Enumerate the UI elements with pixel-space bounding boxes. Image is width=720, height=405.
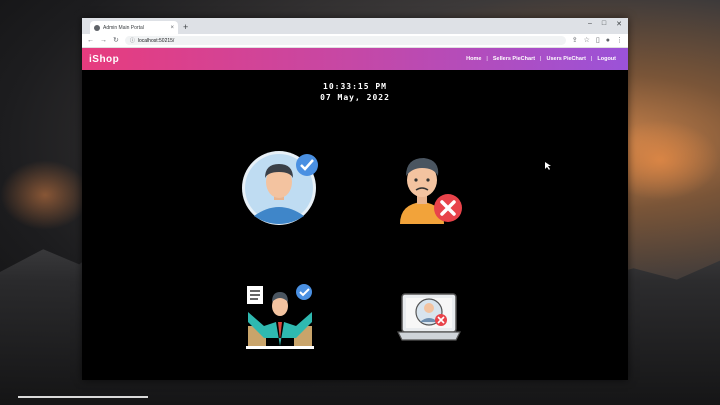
- sidebar-icon[interactable]: ▯: [596, 37, 600, 44]
- forward-arrow-icon[interactable]: →: [100, 37, 107, 44]
- address-bar: ← → ↻ ⓘ localhost:50215/ ⇪ ☆ ▯ ● ⋮: [82, 34, 628, 48]
- menu-icon[interactable]: ⋮: [616, 37, 623, 44]
- brand-logo[interactable]: iShop: [89, 54, 119, 65]
- blocked-sellers-tile[interactable]: [396, 290, 462, 346]
- blocked-users-tile[interactable]: [394, 146, 466, 226]
- info-icon[interactable]: ⓘ: [130, 37, 135, 44]
- tab-bar: Admin Main Portal × + – □ ✕: [82, 18, 628, 34]
- maximize-button[interactable]: □: [602, 20, 606, 28]
- new-tab-button[interactable]: +: [183, 21, 188, 34]
- browser-tab[interactable]: Admin Main Portal ×: [90, 21, 178, 34]
- blocked-user-icon: [400, 158, 462, 224]
- back-arrow-icon[interactable]: ←: [87, 37, 94, 44]
- clock-time: 10:33:15 PM: [323, 82, 387, 91]
- nav-logout-link[interactable]: Logout: [592, 56, 621, 62]
- dashboard-content: 10:33:15 PM 07 May, 2022: [82, 70, 628, 380]
- blocked-seller-icon: [397, 293, 461, 341]
- profile-icon[interactable]: ●: [606, 37, 610, 44]
- nav-sellers-piechart-link[interactable]: Sellers PieChart: [488, 56, 540, 62]
- url-text: localhost:50215/: [137, 37, 175, 44]
- reload-icon[interactable]: ↻: [113, 37, 119, 44]
- tab-close-button[interactable]: ×: [170, 25, 174, 31]
- clock-display: 10:33:15 PM 07 May, 2022: [82, 81, 628, 103]
- progress-line: [18, 396, 148, 398]
- clock-date: 07 May, 2022: [320, 93, 390, 102]
- close-window-button[interactable]: ✕: [616, 20, 622, 28]
- url-input[interactable]: ⓘ localhost:50215/: [124, 36, 566, 45]
- nav-users-piechart-link[interactable]: Users PieChart: [541, 56, 590, 62]
- verified-seller-icon: [246, 284, 314, 349]
- wallpaper-glow-left: [0, 160, 90, 230]
- browser-window: Admin Main Portal × + – □ ✕ ← → ↻ ⓘ loca…: [82, 18, 628, 380]
- window-controls: – □ ✕: [588, 20, 622, 28]
- star-icon[interactable]: ☆: [584, 37, 590, 44]
- nav-links: Home | Sellers PieChart | Users PieChart…: [461, 56, 621, 62]
- tab-title: Admin Main Portal: [103, 24, 144, 31]
- verified-user-icon: [242, 151, 318, 225]
- share-icon[interactable]: ⇪: [572, 37, 578, 44]
- nav-home-link[interactable]: Home: [461, 56, 486, 62]
- globe-icon: [94, 24, 100, 31]
- verified-users-tile[interactable]: [240, 146, 320, 226]
- toolbar-icons: ⇪ ☆ ▯ ● ⋮: [572, 37, 623, 44]
- verified-sellers-tile[interactable]: [244, 282, 316, 352]
- minimize-button[interactable]: –: [588, 20, 592, 28]
- site-navbar: iShop Home | Sellers PieChart | Users Pi…: [82, 48, 628, 70]
- mouse-cursor-icon: [545, 162, 551, 170]
